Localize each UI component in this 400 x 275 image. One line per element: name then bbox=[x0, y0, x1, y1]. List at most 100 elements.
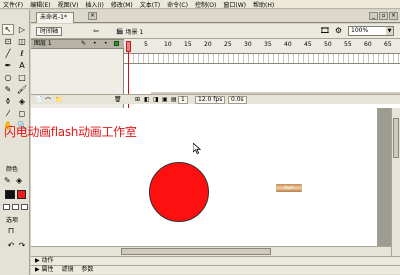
timeline-panel: 时间轴 ⇦ 🎬 场景 1 🎞 ⚙ 100% ▼ 👁 🔒 □ 图层 1 ✎ • •… bbox=[31, 24, 400, 108]
center-frame-icon[interactable]: ⊞ bbox=[135, 96, 140, 103]
rectangle-tool-icon[interactable]: □ bbox=[16, 72, 28, 83]
zoom-select[interactable]: 100% ▼ bbox=[348, 26, 394, 36]
pencil-icon: ✎ bbox=[81, 40, 87, 47]
ruler-label: 10 bbox=[164, 41, 172, 48]
stage-horizontal-scrollbar[interactable] bbox=[31, 246, 391, 256]
eyedropper-tool-icon[interactable]: ⁄ bbox=[2, 108, 14, 119]
flash-symbol-instance[interactable]: flash bbox=[276, 184, 302, 192]
menu-commands[interactable]: 命令(C) bbox=[167, 0, 188, 9]
lasso-tool-icon[interactable]: ℓ bbox=[16, 48, 28, 59]
onion-skin-icon[interactable]: ◧ bbox=[144, 96, 150, 103]
menu-text[interactable]: 文本(T) bbox=[140, 0, 160, 9]
edit-scene-icon[interactable]: 🎞 bbox=[320, 26, 330, 35]
menu-help[interactable]: 帮助(H) bbox=[253, 0, 274, 9]
elapsed-time: 0.0s bbox=[228, 96, 247, 104]
chevron-down-icon[interactable]: ▼ bbox=[386, 27, 393, 35]
ruler-label: 60 bbox=[364, 41, 372, 48]
playhead-handle[interactable] bbox=[126, 41, 131, 52]
timeline-button[interactable]: 时间轴 bbox=[36, 27, 63, 36]
pencil-tool-icon[interactable]: ✎ bbox=[2, 84, 14, 95]
oval-tool-icon[interactable]: ○ bbox=[2, 72, 14, 83]
minimize-icon[interactable]: _ bbox=[369, 12, 378, 20]
frame-rate[interactable]: 12.0 fps bbox=[195, 96, 226, 104]
mouse-cursor-icon bbox=[193, 143, 201, 154]
free-transform-tool-icon[interactable]: ⊡ bbox=[2, 36, 14, 47]
text-tool-icon[interactable]: A bbox=[16, 60, 28, 71]
actions-panel-header[interactable]: ▶ 动作 bbox=[31, 256, 400, 265]
tab-filters[interactable]: 滤镜 bbox=[61, 266, 73, 273]
back-arrow-icon[interactable]: ⇦ bbox=[93, 27, 99, 35]
ruler-label: 40 bbox=[284, 41, 292, 48]
frame-strip[interactable] bbox=[124, 54, 400, 64]
layer-row[interactable]: 图层 1 ✎ • • bbox=[31, 39, 124, 49]
tab-parameters[interactable]: 参数 bbox=[81, 266, 93, 273]
menu-bar: 文件(F) 编辑(E) 视图(V) 插入(I) 修改(M) 文本(T) 命令(C… bbox=[0, 0, 400, 9]
stage-vertical-scrollbar[interactable] bbox=[391, 108, 400, 256]
colors-label: 颜色 bbox=[6, 166, 19, 173]
menu-view[interactable]: 视图(V) bbox=[58, 0, 79, 9]
insert-layer-icon[interactable]: 📄 bbox=[35, 96, 42, 103]
selection-tool-icon[interactable]: ↖ bbox=[2, 24, 14, 35]
pen-tool-icon[interactable]: ✒ bbox=[2, 60, 14, 71]
line-tool-icon[interactable]: ╱ bbox=[2, 48, 14, 59]
scene-icon: 🎬 bbox=[116, 28, 124, 35]
subselection-tool-icon[interactable]: ▷ bbox=[16, 24, 28, 35]
dot-icon[interactable]: • bbox=[104, 40, 108, 48]
dot-icon[interactable]: • bbox=[93, 40, 97, 48]
delete-layer-icon[interactable]: 🗑 bbox=[114, 96, 122, 103]
fill-transform-tool-icon[interactable]: ◫ bbox=[16, 36, 28, 47]
restore-icon[interactable]: ▫ bbox=[379, 12, 388, 20]
add-guide-icon[interactable]: ⌒ bbox=[45, 96, 51, 105]
fill-color-swatch[interactable] bbox=[17, 190, 26, 199]
outline-color-swatch[interactable] bbox=[114, 41, 119, 46]
eraser-tool-icon[interactable]: ◻ bbox=[16, 108, 28, 119]
menu-window[interactable]: 窗口(W) bbox=[223, 0, 246, 9]
paint-bucket-tool-icon[interactable]: ◈ bbox=[16, 96, 28, 107]
menu-file[interactable]: 文件(F) bbox=[3, 0, 23, 9]
straighten-icon[interactable]: ↷ bbox=[17, 240, 27, 250]
edit-multiple-icon[interactable]: ▣ bbox=[162, 96, 168, 103]
current-frame: 1 bbox=[178, 96, 188, 104]
snap-magnet-icon[interactable]: ⊓ bbox=[6, 225, 16, 235]
properties-panel-header: ▶ 属性 滤镜 参数 bbox=[31, 265, 400, 274]
tool-grid: ↖ ▷ ⊡ ◫ ╱ ℓ ✒ A ○ □ ✎ 🖌 ⚱ ◈ ⁄ ◻ ✋ 🔍 bbox=[2, 24, 28, 131]
menu-control[interactable]: 控制(O) bbox=[195, 0, 216, 9]
menu-insert[interactable]: 插入(I) bbox=[85, 0, 103, 9]
brush-tool-icon[interactable]: 🖌 bbox=[16, 84, 28, 95]
smooth-icon[interactable]: ↶ bbox=[6, 240, 16, 250]
ruler-label: 50 bbox=[324, 41, 332, 48]
ink-bottle-tool-icon[interactable]: ⚱ bbox=[2, 96, 14, 107]
ruler-label: 45 bbox=[304, 41, 312, 48]
ruler-label: 15 bbox=[184, 41, 192, 48]
scene-indicator: 🎬 场景 1 bbox=[116, 27, 143, 36]
ruler-label: 30 bbox=[244, 41, 252, 48]
timeline-status-bar: 📄 ⌒ 📁 🗑 ⊞ ◧ ◨ ▣ ▤ 1 12.0 fps 0.0s bbox=[31, 94, 400, 105]
ruler-label: 25 bbox=[224, 41, 232, 48]
scene-label: 场景 1 bbox=[125, 29, 144, 36]
ruler-label: 5 bbox=[144, 41, 148, 48]
timeline-toolbar: 时间轴 ⇦ 🎬 场景 1 🎞 ⚙ 100% ▼ bbox=[31, 24, 400, 39]
scroll-thumb[interactable] bbox=[121, 248, 271, 255]
ruler-label: 55 bbox=[344, 41, 352, 48]
close-icon[interactable]: × bbox=[389, 12, 398, 20]
options-label: 选项 bbox=[6, 217, 19, 224]
onion-outline-icon[interactable]: ◨ bbox=[153, 96, 159, 103]
scroll-thumb[interactable] bbox=[393, 118, 399, 158]
document-tab-bar: 未命名-1* × _ ▫ × bbox=[31, 10, 400, 23]
tools-panel: ↖ ▷ ⊡ ◫ ╱ ℓ ✒ A ○ □ ✎ 🖌 ⚱ ◈ ⁄ ◻ ✋ 🔍 颜色 ✎… bbox=[0, 10, 30, 275]
document-tab[interactable]: 未命名-1* bbox=[36, 12, 74, 23]
no-color-button[interactable] bbox=[12, 204, 19, 210]
black-white-button[interactable] bbox=[3, 204, 10, 210]
menu-modify[interactable]: 修改(M) bbox=[111, 0, 133, 9]
close-doc-icon[interactable]: × bbox=[88, 12, 97, 20]
insert-folder-icon[interactable]: 📁 bbox=[55, 96, 62, 103]
red-circle-shape[interactable] bbox=[149, 162, 209, 222]
frame-ruler[interactable]: 1 5 10 15 20 25 30 35 40 45 50 55 60 65 bbox=[124, 39, 400, 54]
menu-edit[interactable]: 编辑(E) bbox=[30, 0, 50, 9]
fill-bucket-icon: ◈ bbox=[16, 176, 23, 185]
tab-properties[interactable]: 属性 bbox=[42, 266, 54, 273]
swap-colors-button[interactable] bbox=[21, 204, 28, 210]
onion-markers-icon[interactable]: ▤ bbox=[171, 96, 177, 103]
edit-symbol-icon[interactable]: ⚙ bbox=[335, 26, 342, 35]
stroke-color-swatch[interactable] bbox=[5, 190, 15, 199]
